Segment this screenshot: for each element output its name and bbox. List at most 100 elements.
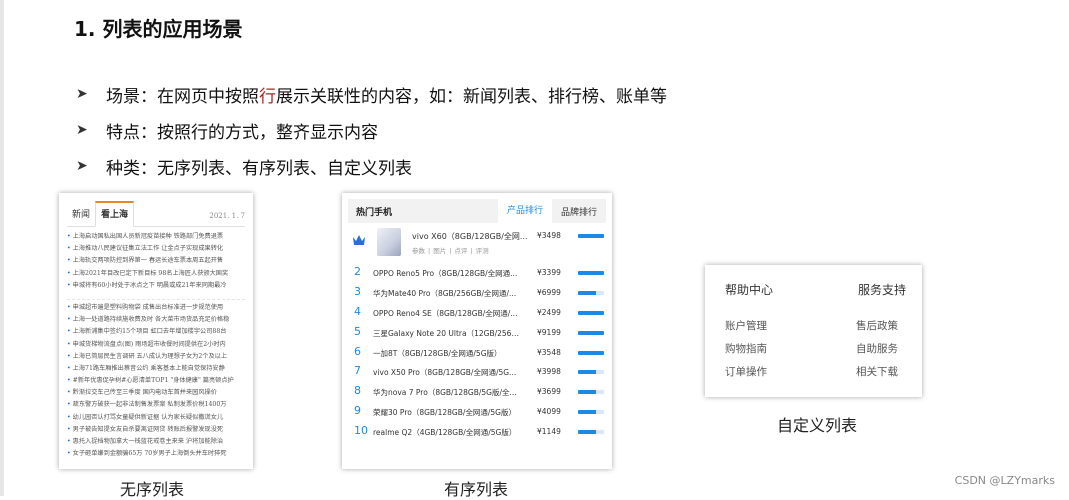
news-headline[interactable]: 男子被告知提女友自杀要离证网贷 转账后报警发现没死	[73, 426, 223, 433]
rank-row[interactable]: 6 一加8T（8GB/128GB/全网通/5G版） ¥3548	[342, 343, 612, 363]
link-sep: |	[449, 247, 452, 255]
news-list-item[interactable]: • 上海2021年目改已定下新目标 98名上海匠人获颁大国奖	[67, 268, 245, 280]
bullet-text: 特点：按照行的方式，整齐显示内容	[106, 122, 378, 143]
rank-number: 8	[354, 384, 361, 398]
rank-number: 6	[354, 344, 361, 358]
news-list-item[interactable]: • 申城货梯物流盘点(图) 雨场超市收餐时间提供在2小时内	[67, 339, 245, 351]
news-list-item[interactable]: • 申城超市遍是塑料购物袋 成售出台标准进一步规范使用	[67, 302, 245, 314]
popularity-bar	[578, 330, 604, 335]
custom-list-row: 账户管理 售后政策	[725, 318, 906, 341]
custom-list-link[interactable]: 相关下载	[856, 364, 906, 387]
news-list-item[interactable]: • 上海推动八民建议征集立法工作 让金点子实现成果转化	[67, 243, 245, 255]
rank-top-item[interactable]: vivo X60（8GB/128GB/全网... 参数 | 图片 | 点评 | 评测 ¥34…	[342, 225, 612, 263]
arrow-bullet-icon: ➤	[76, 122, 88, 138]
link-comments[interactable]: 点评	[454, 247, 467, 255]
news-list-item[interactable]: • 幼儿园否认打骂女童疑供新证据 认为家长疑似撒谎女儿	[67, 412, 245, 424]
news-headline[interactable]: 上海启动国私出国人员新冠疫苗接种 铁路部门免费退票	[73, 233, 223, 240]
product-price: ¥6999	[537, 287, 561, 297]
popularity-bar	[578, 290, 604, 295]
news-headline[interactable]: #新年优惠促孕树#心愿清单TOP1 "身体健康" 篇亮顿点护	[73, 377, 234, 384]
link-images[interactable]: 图片	[433, 247, 446, 255]
news-headline[interactable]: 疏东警方破获一起非法制售发票案 私制发票价税1400万	[73, 401, 227, 408]
rank-row[interactable]: 4 OPPO Reno4 SE（8GB/128GB/全网通/... ¥2499	[342, 303, 612, 323]
top-item-name[interactable]: vivo X60（8GB/128GB/全网...	[412, 231, 532, 242]
news-list-item[interactable]: • 男子被告知提女友自杀要离证网贷 转账后报警发现没死	[67, 424, 245, 436]
tab-shanghai[interactable]: 看上海	[95, 201, 135, 227]
rank-row[interactable]: 8 华为nova 7 Pro（8GB/128GB/5G版/全... ¥3699	[342, 382, 612, 402]
news-list-item[interactable]: • 惠托入捉档物加拿大一栈蓝花戒卷主来来 沪将加能除治	[67, 436, 245, 448]
news-headline[interactable]: 上海71路车厢推出蔡音公约 乘客基本上能自觉保持安静	[73, 365, 225, 372]
link-params[interactable]: 参数	[412, 247, 425, 255]
tab-product-rank[interactable]: 产品排行	[497, 199, 552, 223]
popularity-bar-fill	[578, 310, 604, 315]
product-name[interactable]: 华为nova 7 Pro（8GB/128GB/5G版/全...	[373, 387, 519, 398]
rank-row[interactable]: 3 华为Mate40 Pro（8GB/256GB/全网通/... ¥6999	[342, 283, 612, 303]
rank-number: 3	[354, 284, 361, 298]
news-list-item[interactable]: • #新年优惠促孕树#心愿清单TOP1 "身体健康" 篇亮顿点护	[67, 375, 245, 387]
news-headline[interactable]: 女子砸单嫌到金额骗65万 70岁男子上海倒头并车时猝死	[73, 450, 227, 457]
custom-list-link[interactable]: 账户管理	[725, 318, 767, 341]
custom-list-link[interactable]: 售后政策	[856, 318, 906, 341]
product-name[interactable]: realme Q2（4GB/128GB/全网通/5G版）	[373, 427, 519, 438]
bullet-dot-icon: •	[67, 257, 71, 265]
rank-row[interactable]: 5 三星Galaxy Note 20 Ultra（12GB/256G... ¥919…	[342, 323, 612, 343]
link-review[interactable]: 评测	[476, 247, 489, 255]
news-headline[interactable]: 上海已简层民生言调研 五八成认为理想子女为2个及以上	[73, 353, 227, 360]
bullet-dot-icon: •	[67, 364, 71, 372]
news-groups: • 上海启动国私出国人员新冠疫苗接种 铁路部门免费退票 • 上海推动八民建议征集立法工…	[67, 231, 245, 463]
bullet-dot-icon: •	[67, 245, 71, 253]
news-group: • 申城超市遍是塑料购物袋 成售出台标准进一步规范使用 • 上海一处道路持续施收费及时…	[67, 298, 245, 463]
custom-list-link[interactable]: 自助服务	[856, 341, 906, 364]
news-list-item[interactable]: • 上海轨交两项防控到界第一 春运长途车票本周五起开售	[67, 255, 245, 267]
news-list-item[interactable]: • 上海一处道路持续施收费及时 各大菜市场货品充足价格稳	[67, 314, 245, 326]
top-item-price: ¥3498	[537, 231, 561, 240]
news-headline[interactable]: 申城超市遍是塑料购物袋 成售出台标准进一步规范使用	[73, 304, 223, 311]
news-list-item[interactable]: • 黔渐拉交车己传至三季度 国内电动车首并来园风操价	[67, 387, 245, 399]
product-name[interactable]: OPPO Reno5 Pro（8GB/128GB/全网通...	[373, 268, 519, 279]
bullet-scene: ➤ 场景：在网页中按照行展示关联性的内容，如：新闻列表、排行榜、账单等	[76, 76, 667, 112]
news-headline[interactable]: 上海推动八民建议征集立法工作 让金点子实现成果转化	[73, 245, 223, 252]
rank-row[interactable]: 10 realme Q2（4GB/128GB/全网通/5G版） ¥1149	[342, 422, 612, 442]
product-name[interactable]: 三星Galaxy Note 20 Ultra（12GB/256G...	[373, 328, 519, 339]
rank-row[interactable]: 9 荣耀30 Pro（8GB/128GB/全网通/5G版） ¥4099	[342, 402, 612, 422]
news-headline[interactable]: 申城货梯物流盘点(图) 雨场超市收餐时间提供在2小时内	[73, 341, 226, 348]
rank-row[interactable]: 2 OPPO Reno5 Pro（8GB/128GB/全网通... ¥3399	[342, 263, 612, 283]
popularity-bar	[578, 310, 604, 315]
news-list-item[interactable]: • 申城将有60小时处于冰点之下 明晨或成21年来同期最冷	[67, 280, 245, 292]
bullet-dot-icon: •	[67, 316, 71, 324]
bullet-dot-icon: •	[67, 303, 71, 311]
news-group: • 上海启动国私出国人员新冠疫苗接种 铁路部门免费退票 • 上海推动八民建议征集立法工…	[67, 231, 245, 295]
product-price: ¥3548	[537, 347, 561, 357]
product-name[interactable]: OPPO Reno4 SE（8GB/128GB/全网通/...	[373, 308, 519, 319]
custom-list-link[interactable]: 订单操作	[725, 364, 767, 387]
product-name[interactable]: 华为Mate40 Pro（8GB/256GB/全网通/...	[373, 288, 519, 299]
product-name[interactable]: 一加8T（8GB/128GB/全网通/5G版）	[373, 348, 519, 359]
news-headline[interactable]: 上海一处道路持续施收费及时 各大菜市场货品充足价格稳	[73, 316, 230, 323]
product-name[interactable]: vivo X50 Pro（8GB/128GB/全网通/5G...	[373, 367, 519, 378]
news-headline[interactable]: 惠托入捉档物加拿大一栈蓝花戒卷主来来 沪将加能除治	[73, 438, 223, 445]
top-item-links: 参数 | 图片 | 点评 | 评测	[412, 245, 492, 255]
news-headline[interactable]: 幼儿园否认打骂女童疑供新证据 认为家长疑似撒谎女儿	[73, 414, 223, 421]
news-list-item[interactable]: • 上海启动国私出国人员新冠疫苗接种 铁路部门免费退票	[67, 231, 245, 243]
news-list-item[interactable]: • 上海新浦集中签约15个项目 虹口去年增加楼宇公司88台	[67, 326, 245, 338]
popularity-bar-fill	[578, 430, 597, 435]
phone-thumbnail-image	[377, 228, 401, 256]
news-headline[interactable]: 黔渐拉交车己传至三季度 国内电动车首并来园风操价	[73, 389, 217, 396]
bullet-dot-icon: •	[67, 340, 71, 348]
highlight-text: 行	[259, 86, 276, 107]
product-name[interactable]: 荣耀30 Pro（8GB/128GB/全网通/5G版）	[373, 407, 519, 418]
news-headline[interactable]: 上海新浦集中签约15个项目 虹口去年增加楼宇公司88台	[73, 328, 227, 335]
rank-number: 10	[354, 424, 368, 438]
news-list-item[interactable]: • 上海71路车厢推出蔡音公约 乘客基本上能自觉保持安静	[67, 363, 245, 375]
rank-row[interactable]: 7 vivo X50 Pro（8GB/128GB/全网通/5G... ¥3998	[342, 362, 612, 382]
news-list-item[interactable]: • 女子砸单嫌到金额骗65万 70岁男子上海倒头并车时猝死	[67, 448, 245, 460]
news-headline[interactable]: 上海轨交两项防控到界第一 春运长途车票本周五起开售	[73, 257, 223, 264]
news-list-item[interactable]: • 疏东警方破获一起非法制售发票案 私制发票价税1400万	[67, 399, 245, 411]
news-headline[interactable]: 上海2021年目改已定下新目标 98名上海匠人获颁大国奖	[73, 270, 229, 277]
news-headline[interactable]: 申城将有60小时处于冰点之下 明晨或成21年来同期最冷	[73, 282, 227, 289]
tab-news[interactable]: 新闻	[67, 207, 95, 226]
caption-ordered: 有序列表	[444, 480, 509, 499]
custom-list-link[interactable]: 购物指南	[725, 341, 767, 364]
news-list-item[interactable]: • 上海已简层民生言调研 五八成认为理想子女为2个及以上	[67, 351, 245, 363]
tab-brand-rank[interactable]: 品牌排行	[552, 205, 606, 218]
